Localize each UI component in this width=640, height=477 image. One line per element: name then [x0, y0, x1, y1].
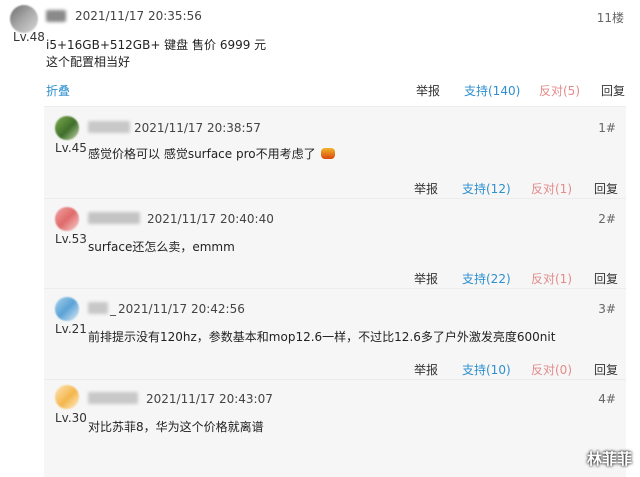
user-level: Lv.30: [55, 411, 87, 425]
reply-button[interactable]: 回复: [601, 82, 625, 99]
reply-time: 2021/11/17 20:43:07: [146, 392, 273, 406]
post-time: 2021/11/17 20:35:56: [75, 9, 202, 23]
collapse-link[interactable]: 折叠: [46, 82, 70, 99]
support-button[interactable]: 支持(140): [464, 82, 520, 99]
username-blurred[interactable]: [88, 212, 140, 224]
floor-number: 4#: [598, 392, 616, 406]
username-suffix: _: [110, 302, 116, 316]
floor-number: 3#: [598, 302, 616, 316]
support-button[interactable]: 支持(22): [462, 270, 511, 287]
report-button[interactable]: 举报: [414, 361, 438, 378]
report-button[interactable]: 举报: [414, 180, 438, 197]
reply-text: 感觉价格可以 感觉surface pro不用考虑了: [88, 147, 316, 161]
report-button[interactable]: 举报: [416, 82, 440, 99]
avatar[interactable]: [55, 385, 79, 409]
avatar[interactable]: [55, 116, 79, 140]
user-level: Lv.48: [13, 30, 45, 44]
floor-number: 1#: [598, 121, 616, 135]
user-level: Lv.45: [55, 141, 87, 155]
reply-button[interactable]: 回复: [594, 270, 618, 287]
reply-content: 对比苏菲8，华为这个价格就离谱: [88, 420, 264, 434]
floor-number: 11楼: [596, 11, 624, 25]
reply-button[interactable]: 回复: [594, 361, 618, 378]
emoji-icon: [321, 148, 336, 159]
support-button[interactable]: 支持(12): [462, 180, 511, 197]
user-level: Lv.21: [55, 322, 87, 336]
avatar[interactable]: [55, 297, 79, 321]
oppose-button[interactable]: 反对(1): [531, 180, 572, 197]
reply-content: 感觉价格可以 感觉surface pro不用考虑了: [88, 146, 336, 163]
oppose-button[interactable]: 反对(5): [539, 82, 580, 99]
reply-time: 2021/11/17 20:38:57: [134, 121, 261, 135]
reply-content: surface还怎么卖，emmm: [88, 240, 235, 254]
oppose-button[interactable]: 反对(1): [531, 270, 572, 287]
floor-number: 2#: [598, 212, 616, 226]
reply-time: 2021/11/17 20:40:40: [147, 212, 274, 226]
avatar[interactable]: [55, 207, 79, 231]
username-blurred[interactable]: [88, 121, 130, 133]
username-blurred[interactable]: [88, 392, 138, 404]
username-blurred[interactable]: [46, 10, 66, 22]
avatar[interactable]: [10, 5, 38, 33]
reply-content: 前排提示没有120hz，参数基本和mop12.6一样，不过比12.6多了户外激发…: [88, 330, 556, 344]
reply-time: 2021/11/17 20:42:56: [118, 302, 245, 316]
watermark: 林菲菲: [586, 450, 632, 468]
report-button[interactable]: 举报: [414, 270, 438, 287]
support-button[interactable]: 支持(10): [462, 361, 511, 378]
reply-button[interactable]: 回复: [594, 180, 618, 197]
post-content-line1: i5+16GB+512GB+ 键盘 售价 6999 元: [46, 38, 267, 52]
username-blurred[interactable]: [88, 302, 108, 314]
post-content-line2: 这个配置相当好: [46, 55, 131, 69]
oppose-button[interactable]: 反对(0): [531, 361, 572, 378]
user-level: Lv.53: [55, 232, 87, 246]
